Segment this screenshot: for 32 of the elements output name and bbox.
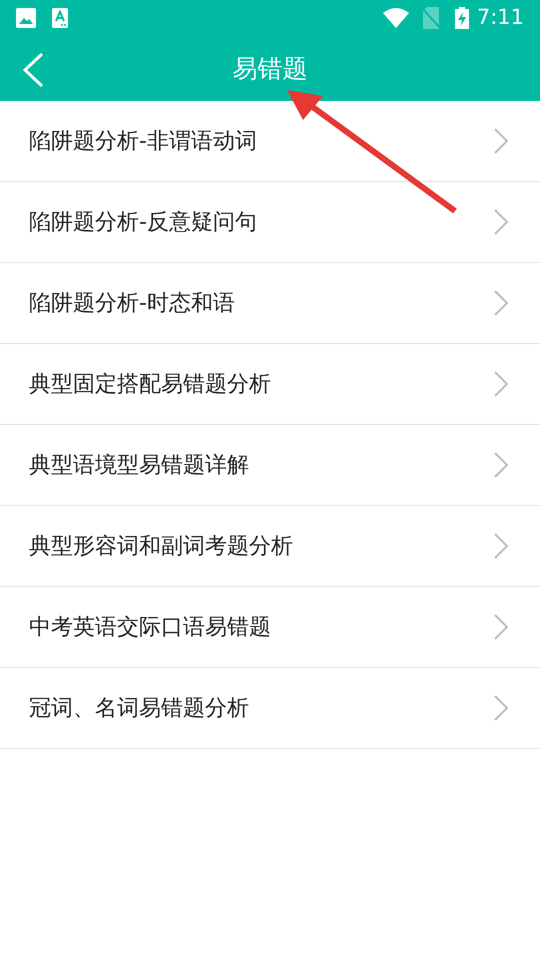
list-item[interactable]: 典型语境型易错题详解 [0,425,540,506]
item-label: 陷阱题分析-反意疑问句 [29,208,258,236]
list-item[interactable]: 典型固定搭配易错题分析 [0,344,540,425]
no-sim-icon [420,7,441,29]
item-label: 中考英语交际口语易错题 [29,614,272,642]
list-item[interactable]: 冠词、名词易错题分析 [0,668,540,749]
chevron-right-icon [494,452,508,478]
chevron-right-icon [494,533,508,559]
chevron-right-icon [494,695,508,721]
status-time: 7:11 [476,4,524,32]
chevron-right-icon [494,371,508,397]
image-icon [16,8,36,28]
item-label: 冠词、名词易错题分析 [29,694,250,722]
back-icon [22,52,44,88]
item-label: 典型形容词和副词考题分析 [29,532,294,560]
chevron-right-icon [494,128,508,154]
chevron-right-icon [494,290,508,316]
item-label: 典型固定搭配易错题分析 [29,370,272,398]
battery-charging-icon [454,7,469,29]
chevron-right-icon [494,209,508,235]
back-button[interactable] [20,52,46,88]
list-item[interactable]: 中考英语交际口语易错题 [0,587,540,668]
document-icon [52,8,68,28]
item-label: 典型语境型易错题详解 [29,452,250,480]
item-label: 陷阱题分析-非谓语动词 [29,128,258,156]
list-item[interactable]: 典型形容词和副词考题分析 [0,506,540,587]
chevron-right-icon [494,614,508,640]
item-label: 陷阱题分析-时态和语 [29,290,236,318]
wifi-icon [382,8,409,28]
list-item[interactable]: 陷阱题分析-时态和语 [0,263,540,344]
header-title: 易错题 [232,52,308,85]
list-item[interactable]: 陷阱题分析-反意疑问句 [0,182,540,263]
